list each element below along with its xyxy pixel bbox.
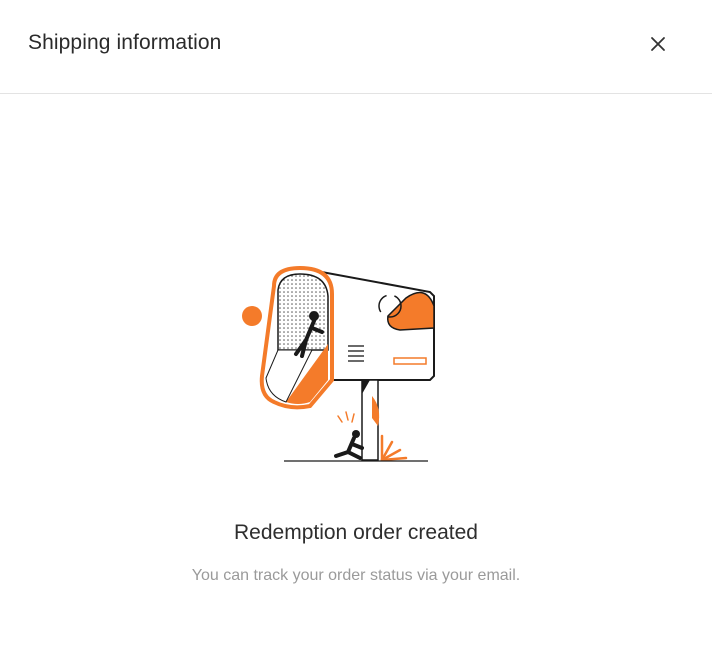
sitting-person-body bbox=[334, 436, 364, 460]
mailbox-illustration bbox=[242, 265, 435, 462]
status-message: You can track your order status via your… bbox=[191, 567, 521, 584]
label-strip bbox=[393, 357, 427, 365]
sun-dot bbox=[242, 306, 262, 326]
shipping-information-dialog: Shipping information Redemption order cr… bbox=[0, 0, 712, 650]
status-title: Redemption order created bbox=[234, 521, 478, 544]
spark-lines bbox=[337, 411, 355, 423]
close-icon bbox=[651, 37, 665, 51]
grass-burst bbox=[380, 434, 408, 462]
dialog-title: Shipping information bbox=[28, 31, 222, 54]
close-button[interactable] bbox=[644, 30, 672, 58]
door-window bbox=[277, 273, 329, 351]
dialog-header: Shipping information bbox=[0, 0, 712, 94]
